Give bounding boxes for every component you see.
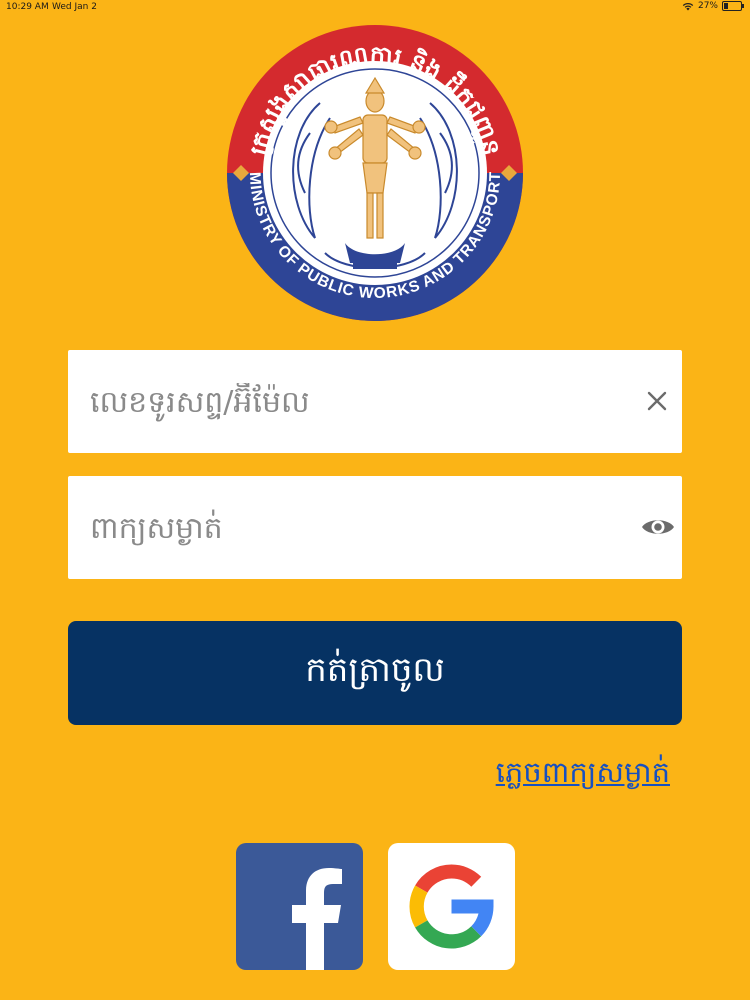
status-time: 10:29 AM: [6, 2, 49, 12]
battery-percent: 27%: [697, 1, 718, 11]
clear-icon[interactable]: [642, 386, 672, 416]
username-input[interactable]: [88, 350, 632, 455]
username-field: [68, 350, 682, 455]
facebook-login-button[interactable]: [236, 843, 363, 970]
ministry-logo: ក្រសួងសាធារណការ និង ដឹកជញ្ជូន MINISTRY O…: [227, 25, 523, 321]
status-bar: 10:29 AM Wed Jan 2 27%: [0, 0, 750, 16]
wifi-icon: [682, 2, 694, 10]
status-date: Wed Jan 2: [52, 2, 97, 12]
forgot-password-link[interactable]: ភ្លេចពាក្យសម្ងាត់: [496, 755, 670, 797]
facebook-icon: [292, 868, 342, 970]
password-field: [68, 476, 682, 581]
status-right: 27%: [682, 1, 744, 11]
show-password-icon[interactable]: [640, 512, 676, 542]
battery-level: [724, 3, 729, 9]
battery-icon: [722, 1, 744, 11]
google-icon: [409, 864, 494, 949]
login-button[interactable]: កត់ត្រាចូល: [68, 621, 682, 725]
password-input[interactable]: [88, 476, 632, 581]
google-login-button[interactable]: [388, 843, 515, 970]
